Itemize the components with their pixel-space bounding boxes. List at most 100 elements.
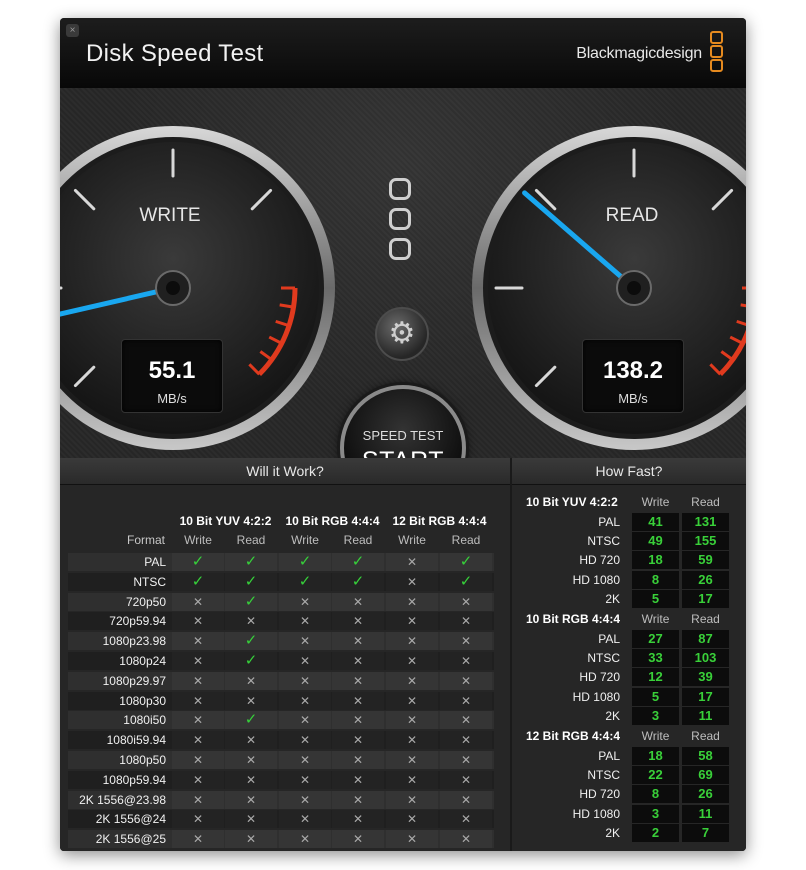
hf-group-title: 12 Bit RGB 4:4:4 [526,729,621,743]
format-label: 720p59.94 [109,614,166,629]
cross-icon: ✕ [172,751,224,769]
cross-icon: ✕ [172,671,224,690]
cross-icon: ✕ [386,671,438,690]
hf-row-label: HD 720 [579,670,620,685]
hf-read-value: 26 [682,570,729,589]
format-label: PAL [144,555,166,569]
write-gauge-label: WRITE [139,205,201,226]
will-it-work-panel: Will it Work? 10 Bit YUV 4:2:2 Write Read 1… [60,458,510,851]
cross-icon: ✕ [279,691,331,710]
cross-icon: ✕ [386,652,438,670]
cross-icon: ✕ [332,830,384,849]
format-label: 1080i59.94 [106,733,166,748]
cross-icon: ✕ [332,592,384,611]
cross-icon: ✕ [279,592,331,611]
check-icon: ✓ [440,572,492,591]
cross-icon: ✕ [225,810,277,829]
format-label: 1080p30 [119,693,166,708]
cross-icon: ✕ [172,830,224,849]
format-label: 1080p59.94 [102,772,166,787]
wiw-column-header: Read [451,533,481,547]
hf-write-value: 12 [632,668,679,687]
hf-row-label: PAL [598,749,620,763]
hf-write-value: 5 [632,589,679,608]
wiw-column-header: Read [343,533,373,547]
wiw-column-header: Write [184,533,212,547]
cross-icon: ✕ [440,691,492,710]
hf-group-title: 10 Bit RGB 4:4:4 [526,612,621,626]
format-label: 1080p50 [119,753,166,767]
read-gauge-label: READ [605,205,659,226]
cross-icon: ✕ [279,652,331,670]
hf-column-header: Read [691,495,720,509]
hf-read-value: 11 [682,706,729,725]
hf-row-label: PAL [598,515,620,529]
format-label: 720p50 [125,594,166,609]
cross-icon: ✕ [440,731,492,750]
cross-icon: ✕ [172,790,224,809]
read-speed-value: 138.2 [602,357,664,384]
cross-icon: ✕ [279,810,331,829]
cross-icon: ✕ [279,830,331,849]
start-button-caption: SPEED TEST [362,428,444,443]
cross-icon: ✕ [332,632,384,651]
cross-icon: ✕ [279,632,331,651]
cross-icon: ✕ [332,612,384,631]
check-icon: ✓ [225,652,277,670]
cross-icon: ✕ [172,652,224,670]
cross-icon: ✕ [172,711,224,730]
cross-icon: ✕ [440,830,492,849]
check-icon: ✓ [225,711,277,730]
hf-read-value: 69 [682,766,729,785]
read-readout: 138.2 MB/s [582,339,684,413]
cross-icon: ✕ [172,810,224,829]
check-icon: ✓ [332,553,384,571]
gauge-hub-center [627,281,641,295]
hf-row-label: HD 720 [579,553,620,568]
cross-icon: ✕ [279,770,331,789]
cross-icon: ✕ [225,612,277,631]
blackmagic-stack-icon [389,178,415,268]
wiw-column-header: Write [291,533,319,547]
hf-row-label: HD 720 [579,787,620,802]
check-icon: ✓ [279,572,331,591]
hf-write-value: 18 [632,747,679,765]
cross-icon: ✕ [440,592,492,611]
wiw-group-title: 12 Bit RGB 4:4:4 [392,514,487,528]
cross-icon: ✕ [440,671,492,690]
cross-icon: ✕ [332,751,384,769]
cross-icon: ✕ [332,711,384,730]
cross-icon: ✕ [279,731,331,750]
blackmagic-logo-icon [710,31,723,75]
hf-read-value: 11 [682,804,729,823]
write-speed-value: 55.1 [148,357,196,384]
cross-icon: ✕ [440,770,492,789]
close-button[interactable]: × [66,24,79,37]
cross-icon: ✕ [332,652,384,670]
will-it-work-title: Will it Work? [60,458,510,485]
cross-icon: ✕ [332,770,384,789]
hf-read-value: 58 [682,747,729,765]
settings-gear-icon[interactable]: ⚙ [375,307,429,361]
cross-icon: ✕ [440,612,492,631]
hf-write-value: 3 [632,706,679,725]
cross-icon: ✕ [386,711,438,730]
cross-icon: ✕ [386,592,438,611]
hf-write-value: 8 [632,570,679,589]
cross-icon: ✕ [440,751,492,769]
format-label: 1080i50 [123,713,166,728]
hf-read-value: 59 [682,551,729,570]
results-area: Will it Work? 10 Bit YUV 4:2:2 Write Read 1… [60,458,746,851]
cross-icon: ✕ [386,770,438,789]
title-bar: × Disk Speed Test Blackmagicdesign [60,18,746,89]
format-label: 2K 1556@25 [95,832,166,847]
hf-read-value: 103 [682,649,729,668]
cross-icon: ✕ [332,731,384,750]
cross-icon: ✕ [440,810,492,829]
format-label: 1080p23.98 [102,634,166,649]
hf-row-label: NTSC [587,534,620,549]
cross-icon: ✕ [225,731,277,750]
cross-icon: ✕ [386,632,438,651]
hf-read-value: 17 [682,589,729,608]
app-title: Disk Speed Test [86,40,264,67]
